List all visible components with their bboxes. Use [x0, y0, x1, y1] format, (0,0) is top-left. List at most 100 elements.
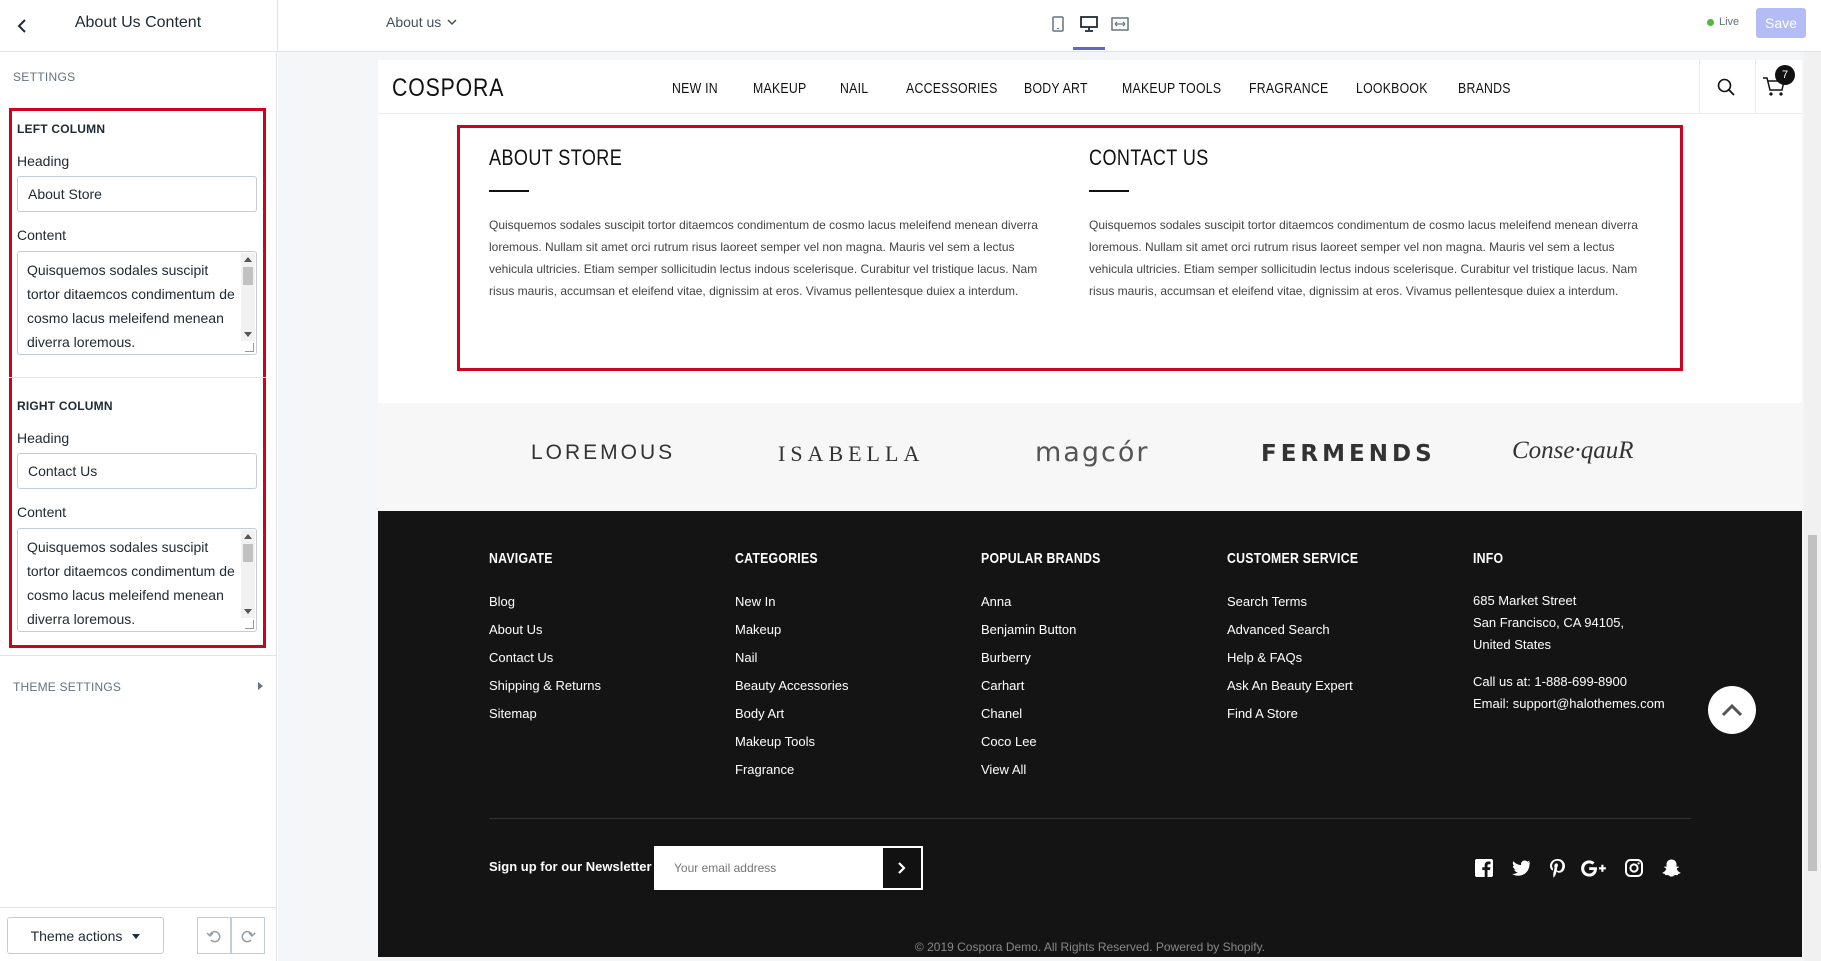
footer-link-advanced-search[interactable]: Advanced Search	[1227, 622, 1330, 637]
footer-link-benjamin-button[interactable]: Benjamin Button	[981, 622, 1076, 637]
footer-link-view-all[interactable]: View All	[981, 762, 1026, 777]
footer-link-new-in[interactable]: New In	[735, 594, 775, 609]
left-heading-input[interactable]	[17, 176, 257, 212]
divider	[1755, 60, 1756, 114]
footer-link-contact-us[interactable]: Contact Us	[489, 650, 553, 665]
page-selector-label: About us	[386, 14, 442, 30]
nav-item-brands[interactable]: BRANDS	[1458, 80, 1511, 97]
live-status: Live	[1707, 16, 1739, 28]
footer-link-coco-lee[interactable]: Coco Lee	[981, 734, 1037, 749]
footer-link-fragrance[interactable]: Fragrance	[735, 762, 794, 777]
search-button[interactable]	[1714, 75, 1738, 99]
footer-link-beauty-expert[interactable]: Ask An Beauty Expert	[1227, 678, 1353, 693]
right-heading-label: Heading	[17, 430, 70, 446]
newsletter-email-input[interactable]	[654, 846, 881, 890]
nav-item-fragrance[interactable]: FRAGRANCE	[1249, 80, 1328, 97]
scroll-thumb[interactable]	[243, 544, 253, 562]
right-content-textarea[interactable]: Quisquemos sodales suscipit tortor ditae…	[17, 528, 257, 632]
left-content-label: Content	[17, 227, 67, 243]
editor-topbar: About Us Content About us Live Save	[0, 0, 1821, 52]
chevron-up-icon	[1721, 703, 1743, 717]
resize-handle-icon[interactable]	[245, 343, 254, 352]
settings-sidebar: SETTINGS LEFT COLUMN Heading Content Qui…	[0, 52, 277, 961]
brand-logo-fermends[interactable]: FERMENDS	[1261, 441, 1436, 467]
mobile-view-button[interactable]	[1047, 13, 1069, 35]
footer-link-shipping[interactable]: Shipping & Returns	[489, 678, 601, 693]
active-device-indicator	[1073, 47, 1105, 50]
footer-link-sitemap[interactable]: Sitemap	[489, 706, 537, 721]
scroll-down-icon	[244, 609, 252, 614]
left-content-textarea[interactable]: Quisquemos sodales suscipit tortor ditae…	[17, 251, 257, 355]
snapchat-link[interactable]	[1660, 857, 1682, 879]
footer-link-anna[interactable]: Anna	[981, 594, 1011, 609]
store-logo[interactable]: COSPORA	[392, 74, 504, 103]
undo-icon	[206, 930, 221, 942]
cart-count-badge: 7	[1775, 65, 1795, 85]
nav-item-body-art[interactable]: BODY ART	[1024, 80, 1088, 97]
footer-link-find-store[interactable]: Find A Store	[1227, 706, 1298, 721]
nav-item-makeup[interactable]: MAKEUP	[753, 80, 806, 97]
footer-link-chanel[interactable]: Chanel	[981, 706, 1022, 721]
desktop-view-button[interactable]	[1078, 13, 1100, 35]
facebook-link[interactable]	[1473, 857, 1495, 879]
newsletter-submit-button[interactable]	[881, 846, 923, 890]
right-heading-input[interactable]	[17, 453, 257, 489]
redo-button[interactable]	[231, 917, 265, 954]
theme-settings-label: THEME SETTINGS	[13, 680, 122, 694]
undo-button[interactable]	[197, 917, 231, 954]
instagram-link[interactable]	[1623, 857, 1645, 879]
pinterest-icon	[1549, 858, 1565, 878]
google-plus-icon	[1581, 859, 1606, 877]
footer-link-blog[interactable]: Blog	[489, 594, 515, 609]
left-heading-label: Heading	[17, 153, 70, 169]
nav-item-accessories[interactable]: ACCESSORIES	[906, 80, 998, 97]
brand-logo-loremous[interactable]: LOREMOUS	[531, 441, 675, 465]
footer-link-makeup-tools[interactable]: Makeup Tools	[735, 734, 815, 749]
about-left-body: Quisquemos sodales suscipit tortor ditae…	[489, 218, 1038, 298]
preview-scrollbar[interactable]	[1804, 52, 1821, 961]
footer-link-carhart[interactable]: Carhart	[981, 678, 1024, 693]
fullscreen-view-button[interactable]	[1109, 13, 1131, 35]
mobile-icon	[1052, 16, 1064, 32]
nav-item-lookbook[interactable]: LOOKBOOK	[1356, 80, 1428, 97]
divider	[489, 818, 1691, 819]
save-button[interactable]: Save	[1756, 8, 1806, 38]
theme-actions-button[interactable]: Theme actions	[7, 917, 164, 954]
store-header: COSPORA NEW IN MAKEUP NAIL ACCESSORIES B…	[378, 60, 1802, 114]
theme-actions-label: Theme actions	[30, 927, 123, 944]
textarea-scrollbar[interactable]	[241, 530, 255, 618]
divider	[277, 0, 278, 52]
instagram-icon	[1625, 859, 1643, 877]
brand-logo-consequar[interactable]: Conse·qauR	[1512, 437, 1634, 465]
theme-settings-link[interactable]: THEME SETTINGS	[13, 680, 263, 694]
textarea-scrollbar[interactable]	[241, 253, 255, 341]
resize-handle-icon[interactable]	[245, 620, 254, 629]
footer-address-line: 685 Market Street	[1473, 593, 1577, 608]
footer-link-body-art[interactable]: Body Art	[735, 706, 784, 721]
footer-address-line: United States	[1473, 637, 1552, 652]
google-plus-link[interactable]	[1580, 857, 1608, 879]
nav-item-makeup-tools[interactable]: MAKEUP TOOLS	[1122, 80, 1221, 97]
footer-link-burberry[interactable]: Burberry	[981, 650, 1031, 665]
footer-link-beauty-accessories[interactable]: Beauty Accessories	[735, 678, 848, 693]
sidebar-footer: Theme actions	[0, 907, 277, 961]
footer-link-nail[interactable]: Nail	[735, 650, 757, 665]
scrollbar-thumb[interactable]	[1808, 535, 1817, 871]
footer-link-help-faqs[interactable]: Help & FAQs	[1227, 650, 1302, 665]
footer-link-search-terms[interactable]: Search Terms	[1227, 594, 1307, 609]
twitter-link[interactable]	[1510, 857, 1532, 879]
page-selector[interactable]: About us	[386, 14, 457, 30]
about-left-heading: ABOUT STORE	[489, 145, 623, 170]
divider	[9, 377, 266, 378]
nav-item-new-in[interactable]: NEW IN	[672, 80, 718, 97]
store-preview: COSPORA NEW IN MAKEUP NAIL ACCESSORIES B…	[378, 60, 1802, 957]
scroll-thumb[interactable]	[243, 267, 253, 285]
panel-title: About Us Content	[74, 14, 202, 31]
pinterest-link[interactable]	[1546, 857, 1568, 879]
footer-link-makeup[interactable]: Makeup	[735, 622, 781, 637]
footer-link-about-us[interactable]: About Us	[489, 622, 542, 637]
back-to-top-button[interactable]	[1708, 686, 1756, 734]
nav-item-nail[interactable]: NAIL	[840, 80, 868, 97]
brand-logo-magcor[interactable]: magcór	[1035, 437, 1149, 468]
brand-logo-isabella[interactable]: ISABELLA	[778, 441, 924, 467]
